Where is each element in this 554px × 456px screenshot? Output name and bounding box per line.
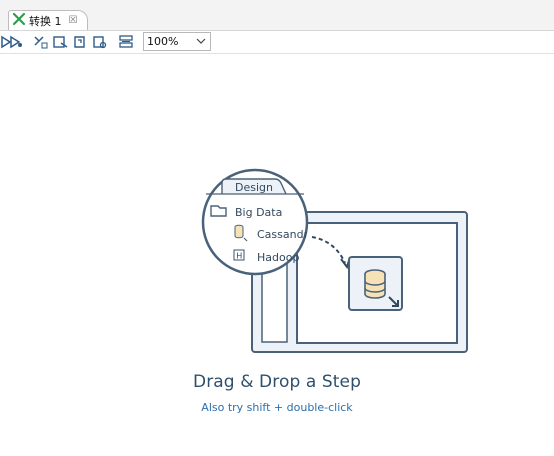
tab-label: 转换 1 — [29, 14, 62, 28]
svg-text:H: H — [236, 252, 242, 261]
tab-transformation[interactable]: 转换 1 ☒ — [8, 10, 88, 30]
zoom-select[interactable]: 100% — [143, 32, 211, 51]
tree-item-label: Cassandra — [257, 228, 307, 241]
empty-state-title: Drag & Drop a Step — [193, 372, 361, 392]
chevron-down-icon — [196, 36, 206, 46]
tree-item-label: Hadoop — [257, 251, 299, 264]
debug-icon[interactable] — [52, 34, 68, 50]
zoom-value: 100% — [147, 35, 179, 48]
impact-icon[interactable] — [92, 34, 108, 50]
sql-icon[interactable] — [118, 34, 134, 50]
preview-icon[interactable] — [33, 34, 49, 50]
design-tab-label: Design — [235, 181, 273, 194]
illustration-graphic: H — [201, 168, 468, 353]
empty-canvas-illustration: H Design Big Data Cassandra Hadoop — [195, 165, 475, 360]
run-options-icon[interactable] — [8, 34, 24, 50]
toolbar: 100% — [0, 31, 554, 54]
transformation-icon — [12, 11, 26, 30]
close-icon[interactable]: ☒ — [69, 15, 78, 26]
tree-folder-label: Big Data — [235, 206, 283, 219]
empty-state-subtitle: Also try shift + double-click — [201, 401, 353, 414]
replay-icon[interactable] — [72, 34, 88, 50]
editor-tab-bar: 转换 1 ☒ — [0, 0, 554, 31]
database-icon — [364, 269, 386, 299]
